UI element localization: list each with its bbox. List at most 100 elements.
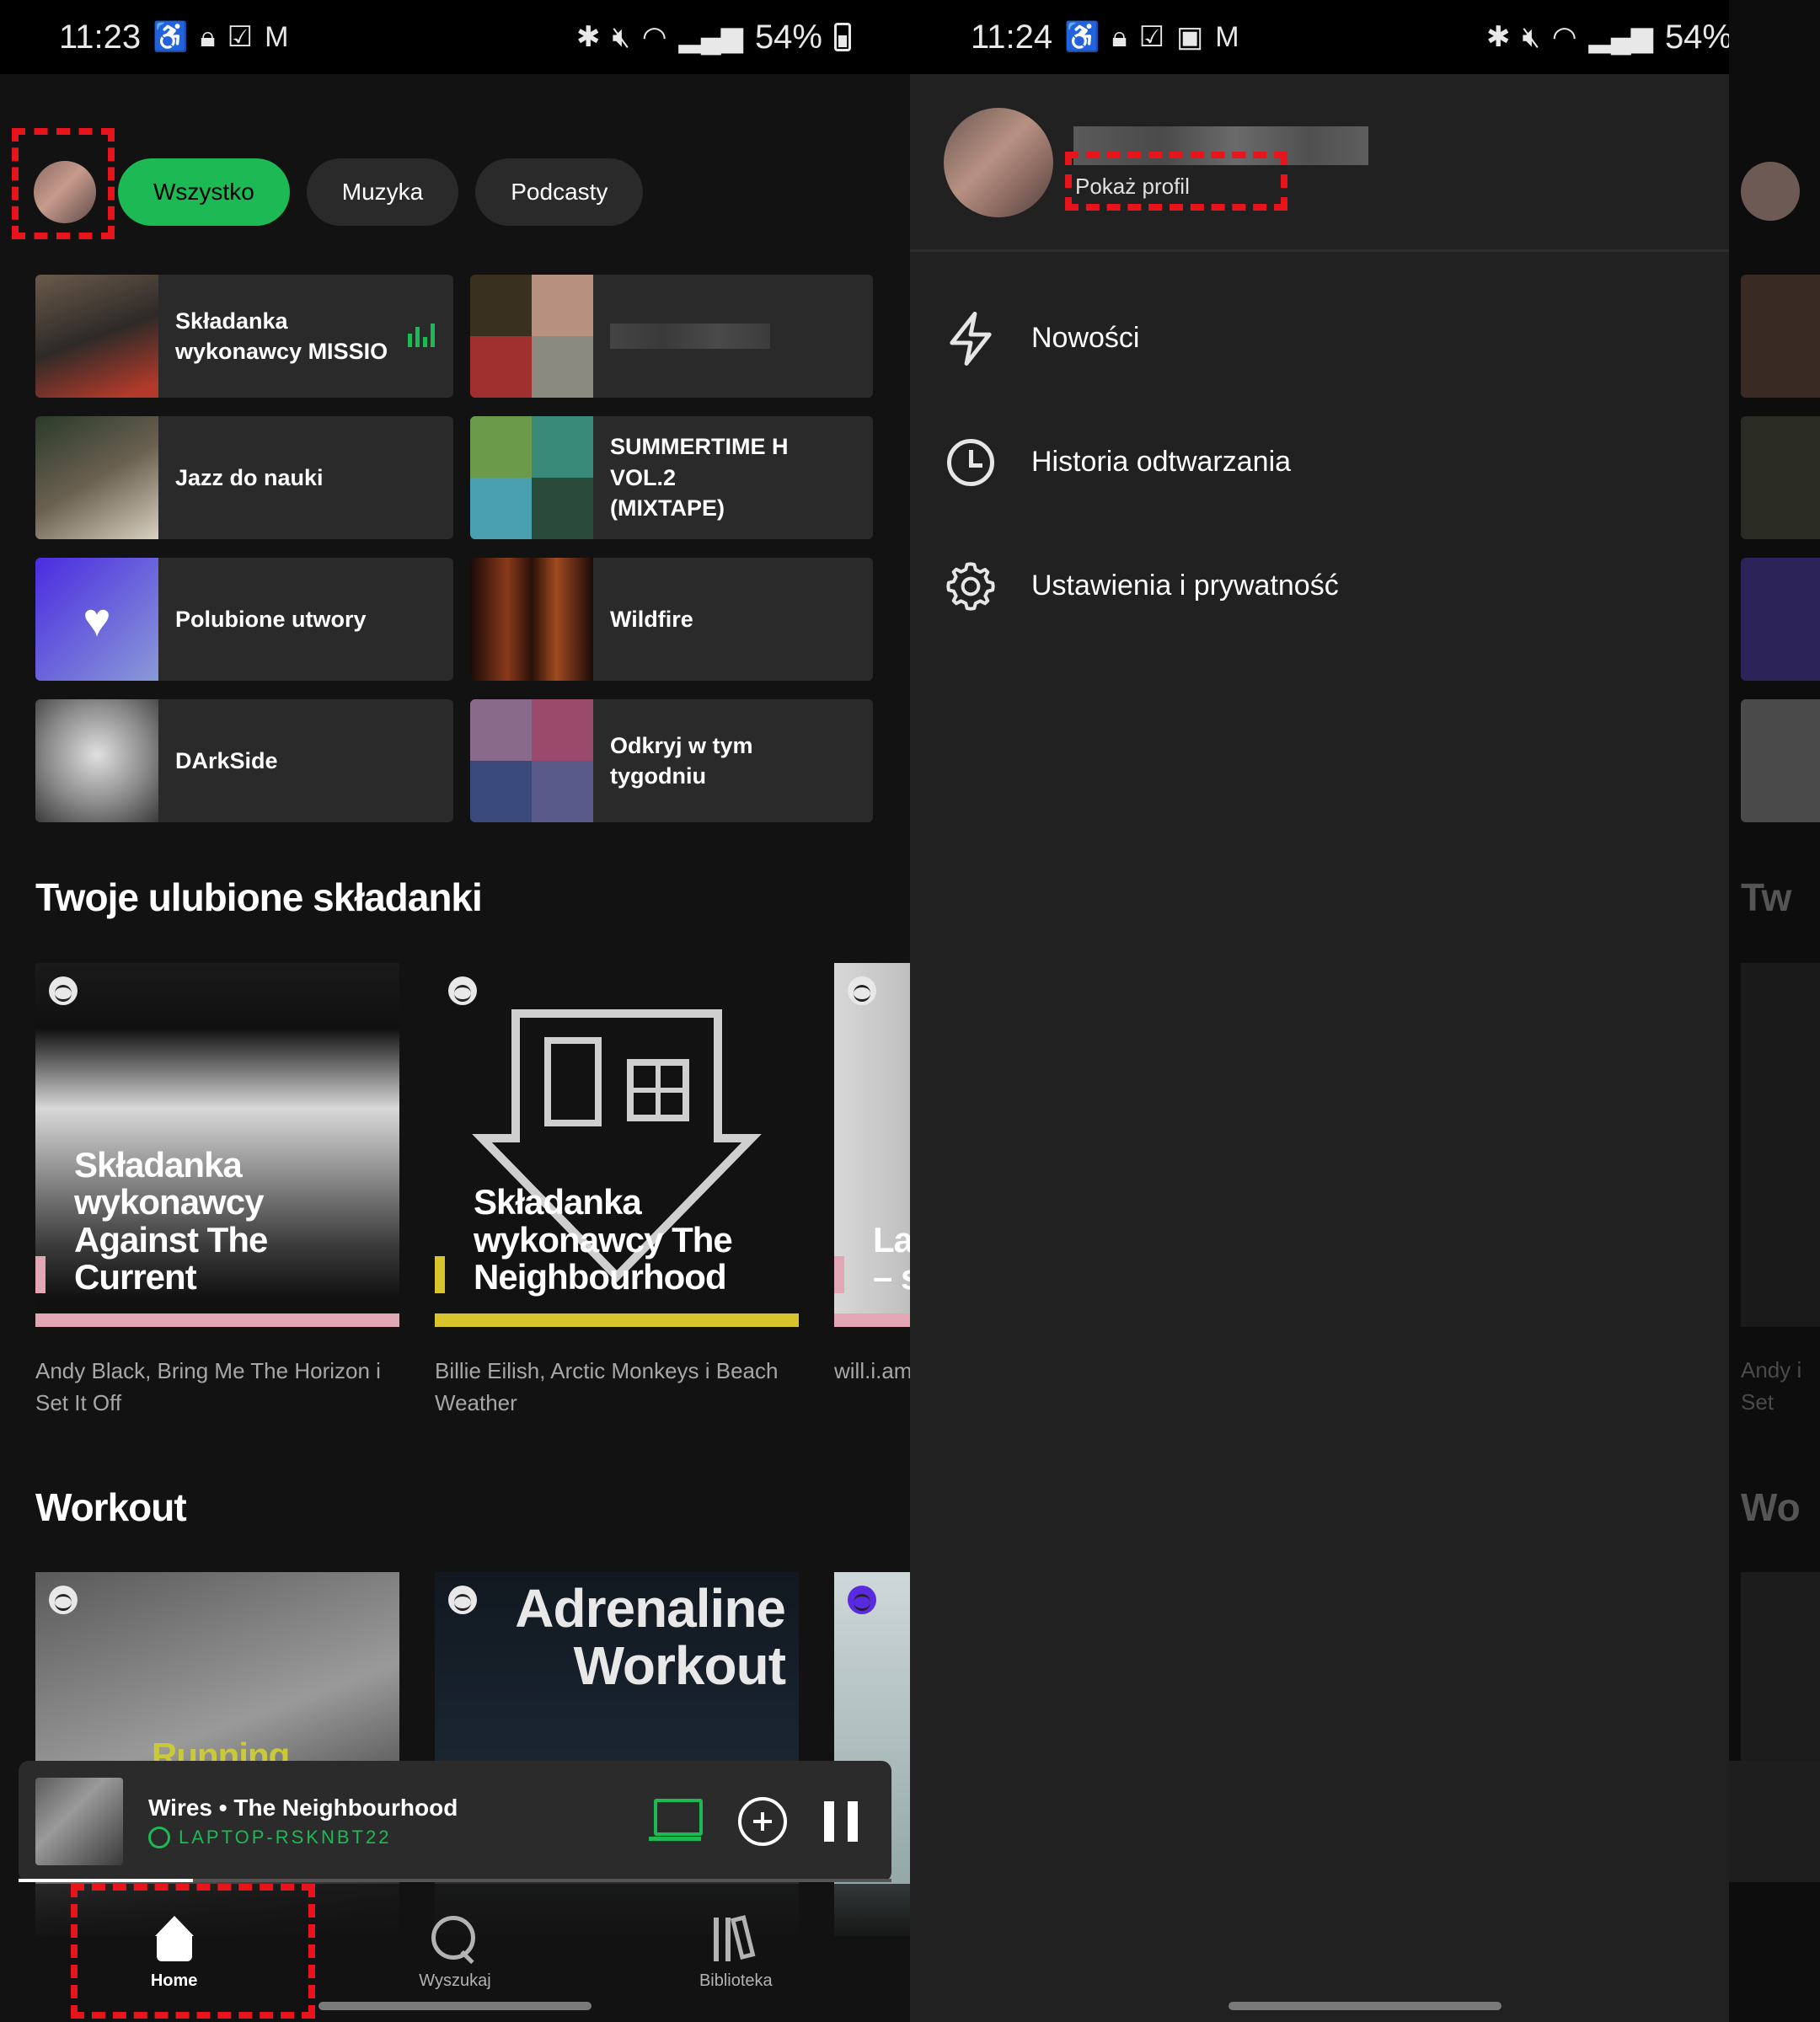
nav-library[interactable]: Biblioteka: [618, 1914, 854, 1991]
highlight-avatar-box: [12, 128, 115, 239]
cover-title: Adrenaline Workout: [515, 1578, 786, 1696]
mini-player[interactable]: Wires • The Neighbourhood LAPTOP-RSKNBT2…: [19, 1761, 891, 1882]
chip-podcasts[interactable]: Podcasty: [475, 158, 644, 226]
spotify-logo-icon: [49, 976, 78, 1005]
wifi-icon: ◠: [641, 21, 667, 53]
nav-search[interactable]: Wyszukaj: [337, 1915, 573, 1991]
cover-accent-tick: [834, 1256, 844, 1293]
playlist-card[interactable]: La – s will.i.am Neighb: [834, 963, 910, 1419]
lock-icon: 🔒︎: [1111, 21, 1127, 53]
peek-card-subtitle: Andy i Set: [1741, 1357, 1802, 1415]
playlist-cover: La – s: [834, 963, 910, 1327]
shortcut-label: SUMMERTIME H VOL.2 (MIXTAPE): [610, 434, 789, 522]
menu-label: Historia odtwarzania: [1031, 446, 1292, 478]
shortcut-tile[interactable]: SUMMERTIME H VOL.2 (MIXTAPE): [470, 416, 873, 539]
shortcut-tile[interactable]: ♥ Polubione utwory: [35, 558, 453, 681]
menu-item-listening-history[interactable]: Historia odtwarzania: [944, 400, 1339, 524]
gesture-bar[interactable]: [318, 2002, 592, 2010]
favorites-carousel: Składanka wykonawcy Against The Current …: [35, 963, 910, 1419]
chip-music[interactable]: Muzyka: [306, 158, 459, 226]
shortcut-label: Wildfire: [610, 606, 693, 632]
nav-label: Biblioteka: [699, 1971, 773, 1990]
cover-accent-strip: [35, 1313, 399, 1327]
drawer-divider: [910, 249, 1729, 252]
playlist-subtitle: will.i.am Neighb: [834, 1358, 910, 1383]
connect-device-button[interactable]: [649, 1799, 703, 1844]
shortcut-tile[interactable]: Wildfire: [470, 558, 873, 681]
bluetooth-icon: ✱: [575, 21, 601, 53]
shortcut-cover: [35, 416, 158, 539]
wifi-icon: ◠: [1551, 21, 1577, 53]
shortcut-tile[interactable]: Jazz do nauki: [35, 416, 453, 539]
now-playing-title: Wires • The Neighbourhood: [148, 1795, 458, 1821]
peek-tile: [1741, 699, 1820, 822]
section-title-workout: Workout: [35, 1485, 187, 1529]
speaker-icon: [148, 1827, 170, 1848]
gesture-bar[interactable]: [1228, 2002, 1502, 2010]
shortcut-label: Polubione utwory: [175, 606, 367, 632]
shortcut-cover: [470, 699, 593, 822]
pause-button[interactable]: [824, 1801, 858, 1842]
playlist-card[interactable]: Składanka wykonawcy The Neighbourhood Bi…: [435, 963, 799, 1419]
shortcut-label: Jazz do nauki: [175, 464, 324, 490]
profile-avatar: [944, 108, 1053, 217]
menu-item-settings[interactable]: Ustawienia i prywatność: [944, 524, 1339, 648]
peek-tile: [1741, 558, 1820, 681]
peek-section-title: Tw: [1741, 875, 1792, 919]
battery-icon: [834, 23, 851, 51]
shortcut-cover: [470, 275, 593, 398]
menu-label: Nowości: [1031, 322, 1140, 354]
cover-accent-strip: [435, 1313, 799, 1327]
playlist-cover: Składanka wykonawcy Against The Current: [35, 963, 399, 1327]
accessibility-icon: ♿: [1064, 21, 1100, 53]
checkbox-icon: ☑: [1138, 21, 1165, 53]
home-screen: 11:23 ♿ 🔒︎ ☑ M ✱ 🔇︎ ◠ ▂▄▆ 54% Wszystko M…: [0, 0, 910, 2022]
highlight-home-box: [71, 1884, 315, 2019]
dimmed-home-peek[interactable]: Tw Andy i Set Wo: [1729, 0, 1820, 2022]
liked-songs-cover: ♥: [35, 558, 158, 681]
checkbox-icon: ☑: [227, 21, 254, 53]
gear-icon: [946, 561, 995, 611]
bluetooth-icon: ✱: [1485, 21, 1511, 53]
spotify-logo-icon: [49, 1586, 78, 1614]
gmail-icon: M: [1215, 21, 1239, 53]
peek-section-title: Wo: [1741, 1485, 1801, 1529]
add-to-library-button[interactable]: [738, 1797, 787, 1846]
signal-icon: ▂▄▆: [1588, 21, 1653, 53]
cover-accent-tick: [435, 1256, 445, 1293]
shortcut-tile[interactable]: Odkryj w tym tygodniu: [470, 699, 873, 822]
chip-all[interactable]: Wszystko: [118, 158, 290, 226]
section-title-favorites: Twoje ulubione składanki: [35, 875, 483, 919]
drawer-menu: Nowości Historia odtwarzania Ustawienia …: [944, 276, 1339, 648]
shortcut-cover: [35, 699, 158, 822]
menu-label: Ustawienia i prywatność: [1031, 570, 1339, 602]
cover-title: Składanka wykonawcy The Neighbourhood: [474, 1182, 733, 1297]
status-time: 11:23: [59, 18, 142, 56]
status-bar: 11:24 ♿ 🔒︎ ☑ ▣ M ✱ 🔇︎ ◠ ▂▄▆ 54%: [910, 0, 1820, 74]
shortcut-tile[interactable]: Składanka wykonawcy MISSIO: [35, 275, 453, 398]
search-icon: [431, 1915, 479, 1963]
now-playing-icon: [408, 324, 435, 347]
battery-percent: 54%: [754, 18, 822, 56]
image-icon: ▣: [1176, 21, 1204, 53]
playlist-subtitle: Andy Black, Bring Me The Horizon i Set I…: [35, 1358, 381, 1415]
connect-device-label: LAPTOP-RSKNBT22: [148, 1827, 649, 1848]
shortcut-tile[interactable]: [470, 275, 873, 398]
lightning-icon: [950, 311, 992, 366]
clock-icon: [947, 438, 994, 486]
status-bar: 11:23 ♿ 🔒︎ ☑ M ✱ 🔇︎ ◠ ▂▄▆ 54%: [0, 0, 910, 74]
shortcut-cover: [35, 275, 158, 398]
profile-drawer-screen: 11:24 ♿ 🔒︎ ☑ ▣ M ✱ 🔇︎ ◠ ▂▄▆ 54% Pokaż pr…: [910, 0, 1820, 2022]
mute-icon: 🔇︎: [612, 21, 630, 53]
status-time: 11:24: [971, 18, 1053, 56]
spotify-logo-icon: [448, 1586, 477, 1614]
shortcut-grid: Składanka wykonawcy MISSIO Jazz do nauki…: [35, 275, 875, 822]
shortcut-cover: [470, 416, 593, 539]
playback-progress-fill: [19, 1879, 194, 1882]
peek-tile: [1741, 416, 1820, 539]
playlist-card[interactable]: Składanka wykonawcy Against The Current …: [35, 963, 399, 1419]
blurred-label: [610, 324, 770, 349]
playlist-cover: Składanka wykonawcy The Neighbourhood: [435, 963, 799, 1327]
menu-item-whats-new[interactable]: Nowości: [944, 276, 1339, 400]
shortcut-tile[interactable]: DArkSide: [35, 699, 453, 822]
